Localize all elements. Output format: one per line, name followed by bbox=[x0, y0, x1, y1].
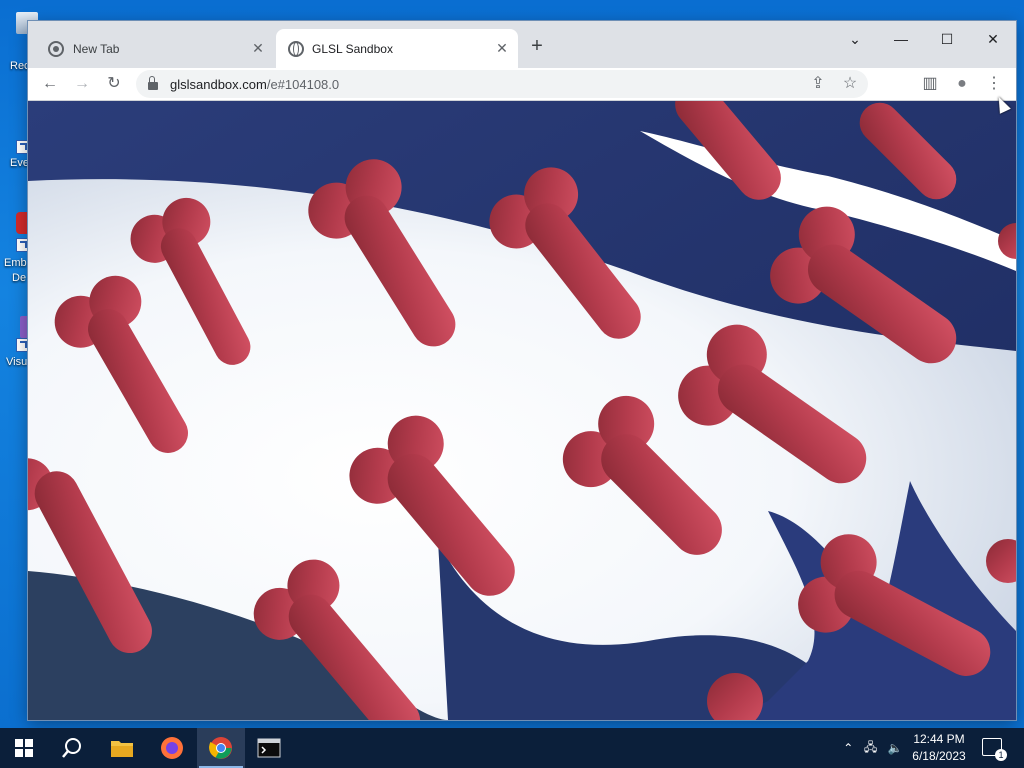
desktop-icon-label: Eve bbox=[10, 157, 29, 169]
chrome-icon bbox=[209, 737, 232, 759]
volume-muted-icon[interactable]: 🔈 bbox=[888, 741, 903, 755]
tab-close-button[interactable]: ✕ bbox=[492, 40, 512, 57]
terminal-button[interactable] bbox=[245, 728, 293, 768]
start-button[interactable] bbox=[0, 728, 48, 768]
chevron-up-icon[interactable]: ⌃ bbox=[843, 741, 853, 755]
tab-search-button[interactable]: ⌄ bbox=[832, 25, 878, 53]
browser-window: New Tab ✕ GLSL Sandbox ✕ + ⌄ — ☐ ✕ ← → ↻… bbox=[28, 21, 1016, 720]
chrome-taskbar-button[interactable] bbox=[197, 728, 245, 768]
share-icon[interactable]: ⇪ bbox=[806, 72, 830, 96]
lock-icon[interactable] bbox=[148, 76, 158, 90]
shader-canvas[interactable] bbox=[28, 101, 1016, 720]
tab-title: New Tab bbox=[73, 41, 120, 56]
address-bar[interactable]: glslsandbox.com/e#104108.0 ⇪ ☆ bbox=[136, 70, 868, 98]
desktop-icon-label: De bbox=[12, 272, 27, 284]
browser-toolbar: ← → ↻ glslsandbox.com/e#104108.0 ⇪ ☆ ▥ ●… bbox=[28, 68, 1016, 101]
new-tab-button[interactable]: + bbox=[526, 35, 548, 57]
chrome-menu-button[interactable]: ⋮ bbox=[982, 72, 1006, 96]
clock-date: 6/18/2023 bbox=[912, 749, 966, 763]
globe-icon bbox=[288, 40, 304, 57]
file-explorer-button[interactable] bbox=[98, 728, 146, 768]
tab-glsl-sandbox[interactable]: GLSL Sandbox ✕ bbox=[276, 29, 518, 68]
clock-time: 12:44 PM bbox=[913, 732, 965, 746]
firefox-icon bbox=[161, 737, 183, 759]
desktop-icon-label: Emb bbox=[4, 257, 27, 269]
search-icon bbox=[62, 738, 81, 758]
minimize-button[interactable]: — bbox=[878, 25, 924, 53]
side-panel-button[interactable]: ▥ bbox=[918, 72, 942, 96]
taskbar-clock[interactable]: 12:44 PM 6/18/2023 bbox=[908, 731, 970, 765]
url-path: /e#104108.0 bbox=[266, 76, 340, 92]
reload-button[interactable]: ↻ bbox=[102, 72, 126, 96]
close-window-button[interactable]: ✕ bbox=[970, 25, 1016, 53]
desktop-icon-label: Rec bbox=[10, 60, 30, 72]
back-button[interactable]: ← bbox=[38, 72, 62, 96]
search-button[interactable] bbox=[48, 728, 96, 768]
desktop-icon-label: Visu bbox=[6, 356, 28, 368]
chrome-icon bbox=[48, 40, 64, 57]
terminal-icon bbox=[257, 738, 281, 758]
notifications-icon[interactable]: 1 bbox=[982, 738, 1007, 761]
url-host: glslsandbox.com bbox=[170, 76, 267, 92]
taskbar: ⌃ 🖧 🔈 12:44 PM 6/18/2023 1 bbox=[0, 728, 1024, 768]
folder-icon bbox=[111, 741, 133, 757]
tab-strip: New Tab ✕ GLSL Sandbox ✕ + ⌄ — ☐ ✕ bbox=[28, 21, 1016, 68]
shader-render bbox=[28, 101, 1016, 720]
notification-count-badge: 1 bbox=[995, 749, 1007, 761]
windows-start-icon bbox=[15, 739, 33, 757]
tab-new-tab[interactable]: New Tab ✕ bbox=[38, 29, 274, 68]
address-url[interactable]: glslsandbox.com/e#104108.0 bbox=[170, 77, 339, 92]
system-tray: ⌃ 🖧 🔈 bbox=[838, 728, 908, 768]
network-icon[interactable]: 🖧 bbox=[864, 738, 877, 759]
tab-title: GLSL Sandbox bbox=[312, 41, 393, 56]
bookmark-star-icon[interactable]: ☆ bbox=[838, 72, 862, 96]
tab-close-button[interactable]: ✕ bbox=[248, 40, 268, 57]
profile-avatar-button[interactable]: ● bbox=[950, 72, 974, 96]
forward-button[interactable]: → bbox=[70, 72, 94, 96]
maximize-button[interactable]: ☐ bbox=[924, 25, 970, 53]
firefox-button[interactable] bbox=[148, 728, 196, 768]
